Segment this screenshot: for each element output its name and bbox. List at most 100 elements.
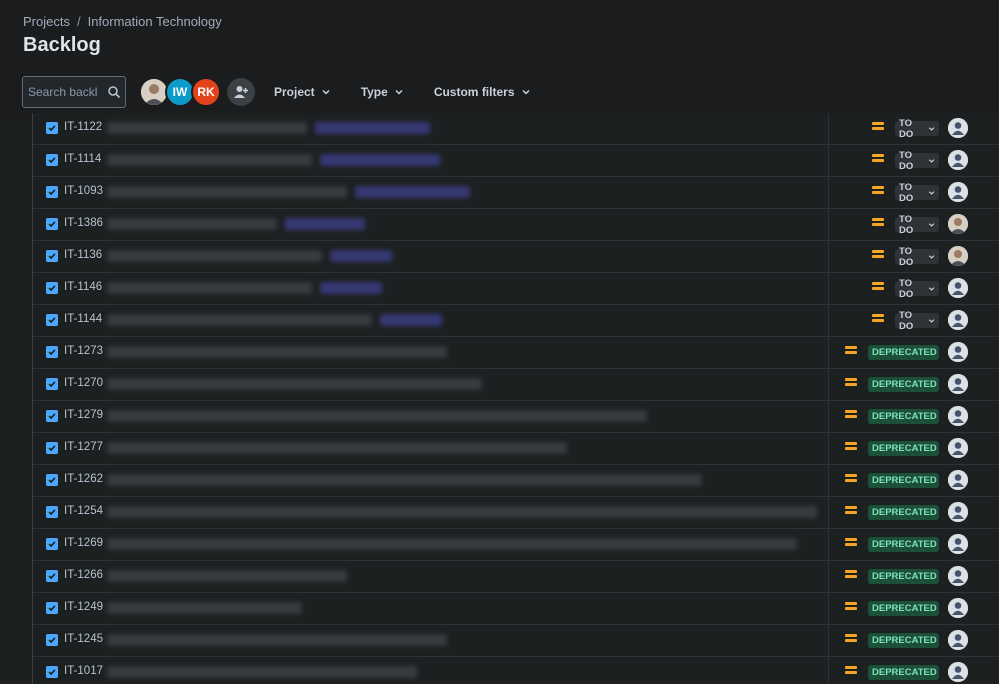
epic-tag-blurred[interactable] — [355, 186, 470, 198]
assignee-avatar[interactable] — [948, 150, 968, 170]
status-dropdown[interactable]: TO DO — [895, 278, 939, 300]
status-dropdown[interactable]: TO DO — [895, 246, 939, 268]
issue-key[interactable]: IT-1017 — [64, 665, 103, 677]
issue-summary-blurred[interactable] — [107, 186, 347, 198]
issue-key[interactable]: IT-1249 — [64, 601, 103, 613]
assignee-avatar[interactable] — [948, 246, 968, 266]
issue-key[interactable]: IT-1262 — [64, 473, 103, 485]
issue-summary-blurred[interactable] — [107, 474, 702, 486]
issue-key[interactable]: IT-1266 — [64, 569, 103, 581]
backlog-row[interactable]: IT-1270 DEPRECATED — [33, 369, 999, 401]
assignee-avatar[interactable] — [948, 470, 968, 490]
status-dropdown[interactable]: TO DO — [895, 150, 939, 172]
issue-key[interactable]: IT-1144 — [64, 313, 102, 325]
epic-tag-blurred[interactable] — [330, 250, 392, 262]
assignee-avatar[interactable] — [948, 278, 968, 298]
row-checkbox[interactable] — [46, 634, 58, 646]
issue-summary-blurred[interactable] — [107, 314, 372, 326]
assignee-avatar[interactable] — [948, 630, 968, 650]
backlog-row[interactable]: IT-1245 DEPRECATED — [33, 625, 999, 657]
issue-key[interactable]: IT-1270 — [64, 377, 103, 389]
status-dropdown[interactable]: TO DO — [895, 182, 939, 204]
issue-key[interactable]: IT-1279 — [64, 409, 103, 421]
issue-key[interactable]: IT-1273 — [64, 345, 103, 357]
issue-key[interactable]: IT-1114 — [64, 153, 101, 165]
assignee-avatar[interactable] — [948, 374, 968, 394]
assignee-avatar[interactable] — [948, 502, 968, 522]
avatar-rk[interactable]: RK — [191, 77, 221, 107]
row-checkbox[interactable] — [46, 250, 58, 262]
issue-summary-blurred[interactable] — [107, 506, 817, 518]
status-dropdown[interactable]: TO DO — [895, 310, 939, 332]
assignee-avatar[interactable] — [948, 598, 968, 618]
status-dropdown[interactable]: DEPRECATED — [868, 505, 939, 520]
status-dropdown[interactable]: DEPRECATED — [868, 633, 939, 648]
breadcrumb-projects[interactable]: Projects — [23, 14, 70, 29]
assignee-avatar[interactable] — [948, 182, 968, 202]
assignee-avatar[interactable] — [948, 566, 968, 586]
issue-key[interactable]: IT-1122 — [64, 121, 102, 133]
issue-summary-blurred[interactable] — [107, 346, 447, 358]
row-checkbox[interactable] — [46, 602, 58, 614]
assignee-avatar[interactable] — [948, 406, 968, 426]
issue-summary-blurred[interactable] — [107, 570, 347, 582]
assignee-avatar[interactable] — [948, 310, 968, 330]
search-box[interactable] — [22, 76, 126, 108]
issue-summary-blurred[interactable] — [107, 602, 302, 614]
backlog-row[interactable]: IT-1136 TO DO — [33, 241, 999, 273]
add-people-button[interactable] — [227, 78, 255, 106]
backlog-row[interactable]: IT-1386 TO DO — [33, 209, 999, 241]
status-dropdown[interactable]: DEPRECATED — [868, 473, 939, 488]
type-filter[interactable]: Type — [361, 85, 404, 99]
status-dropdown[interactable]: TO DO — [895, 214, 939, 236]
status-dropdown[interactable]: DEPRECATED — [868, 345, 939, 360]
status-dropdown[interactable]: TO DO — [895, 118, 939, 140]
status-dropdown[interactable]: DEPRECATED — [868, 441, 939, 456]
row-checkbox[interactable] — [46, 538, 58, 550]
breadcrumb-current[interactable]: Information Technology — [88, 14, 222, 29]
assignee-avatar[interactable] — [948, 534, 968, 554]
row-checkbox[interactable] — [46, 570, 58, 582]
status-dropdown[interactable]: DEPRECATED — [868, 377, 939, 392]
issue-key[interactable]: IT-1386 — [64, 217, 103, 229]
row-checkbox[interactable] — [46, 474, 58, 486]
issue-key[interactable]: IT-1136 — [64, 249, 102, 261]
row-checkbox[interactable] — [46, 346, 58, 358]
status-dropdown[interactable]: DEPRECATED — [868, 537, 939, 552]
issue-key[interactable]: IT-1277 — [64, 441, 103, 453]
status-dropdown[interactable]: DEPRECATED — [868, 569, 939, 584]
status-dropdown[interactable]: DEPRECATED — [868, 409, 939, 424]
issue-summary-blurred[interactable] — [107, 218, 277, 230]
backlog-row[interactable]: IT-1269 DEPRECATED — [33, 529, 999, 561]
assignee-avatar[interactable] — [948, 214, 968, 234]
status-dropdown[interactable]: DEPRECATED — [868, 601, 939, 616]
issue-summary-blurred[interactable] — [107, 282, 312, 294]
row-checkbox[interactable] — [46, 218, 58, 230]
assignee-avatar[interactable] — [948, 342, 968, 362]
backlog-row[interactable]: IT-1017 DEPRECATED — [33, 657, 999, 684]
backlog-row[interactable]: IT-1122 TO DO — [33, 113, 999, 145]
row-checkbox[interactable] — [46, 186, 58, 198]
search-input[interactable] — [28, 80, 98, 104]
issue-summary-blurred[interactable] — [107, 122, 307, 134]
issue-key[interactable]: IT-1269 — [64, 537, 103, 549]
epic-tag-blurred[interactable] — [315, 122, 430, 134]
row-checkbox[interactable] — [46, 378, 58, 390]
backlog-row[interactable]: IT-1144 TO DO — [33, 305, 999, 337]
backlog-row[interactable]: IT-1262 DEPRECATED — [33, 465, 999, 497]
row-checkbox[interactable] — [46, 442, 58, 454]
row-checkbox[interactable] — [46, 154, 58, 166]
backlog-row[interactable]: IT-1273 DEPRECATED — [33, 337, 999, 369]
issue-summary-blurred[interactable] — [107, 666, 417, 678]
project-filter[interactable]: Project — [274, 85, 331, 99]
issue-key[interactable]: IT-1146 — [64, 281, 102, 293]
backlog-row[interactable]: IT-1279 DEPRECATED — [33, 401, 999, 433]
row-checkbox[interactable] — [46, 122, 58, 134]
epic-tag-blurred[interactable] — [320, 282, 382, 294]
issue-key[interactable]: IT-1245 — [64, 633, 103, 645]
backlog-row[interactable]: IT-1266 DEPRECATED — [33, 561, 999, 593]
row-checkbox[interactable] — [46, 506, 58, 518]
row-checkbox[interactable] — [46, 282, 58, 294]
row-checkbox[interactable] — [46, 410, 58, 422]
row-checkbox[interactable] — [46, 314, 58, 326]
